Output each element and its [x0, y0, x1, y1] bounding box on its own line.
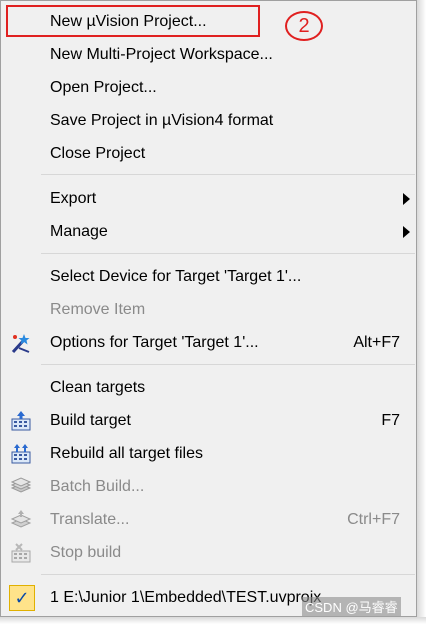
magic-wand-icon: [11, 334, 30, 354]
menu-separator: [41, 364, 415, 365]
menu-item-shortcut: F7: [381, 412, 400, 429]
menu-item-label: Options for Target 'Target 1'...: [50, 334, 259, 351]
menu-item-shortcut: Ctrl+F7: [347, 511, 400, 528]
menu-item-label: Remove Item: [50, 301, 146, 318]
menu-item-label: Build target: [50, 412, 131, 429]
menu-item-close-project[interactable]: Close Project: [2, 138, 416, 169]
menu-item-shortcut: Alt+F7: [353, 334, 400, 351]
menu-item-manage[interactable]: Manage: [2, 216, 416, 247]
menu-item-label: Stop build: [50, 544, 122, 561]
menu-item-stop-build[interactable]: Stop build: [2, 537, 416, 568]
menu-item-save-project[interactable]: Save Project in µVision4 format: [2, 105, 416, 136]
rebuild-icon: [11, 444, 31, 464]
menu-item-rebuild-all[interactable]: Rebuild all target files: [2, 438, 416, 469]
menu-separator: [41, 174, 415, 175]
menu-item-export[interactable]: Export: [2, 183, 416, 214]
menu-item-label: Export: [50, 190, 97, 207]
annotation-step-circle: 2: [285, 11, 323, 41]
menu-item-batch-build[interactable]: Batch Build...: [2, 471, 416, 502]
menu-item-label: Translate...: [50, 511, 130, 528]
project-menu: New µVision Project... New Multi-Project…: [0, 0, 417, 617]
menu-item-open-project[interactable]: Open Project...: [2, 72, 416, 103]
menu-item-label: Open Project...: [50, 79, 157, 96]
build-icon: [11, 411, 31, 431]
menu-item-label: Close Project: [50, 145, 146, 162]
menu-item-clean-targets[interactable]: Clean targets: [2, 372, 416, 403]
batch-build-icon: [10, 477, 32, 493]
menu-separator: [41, 574, 415, 575]
menu-item-build-target[interactable]: Build target F7: [2, 405, 416, 436]
menu-item-label: Clean targets: [50, 379, 146, 396]
submenu-arrow-icon: [403, 226, 410, 238]
menu-item-label: Select Device for Target 'Target 1'...: [50, 268, 302, 285]
menu-item-label: New Multi-Project Workspace...: [50, 46, 273, 63]
watermark: CSDN @马睿睿: [302, 597, 401, 616]
menu-separator: [41, 253, 415, 254]
translate-icon: [10, 510, 32, 528]
stop-build-icon: [11, 543, 31, 563]
menu-item-options-target[interactable]: Options for Target 'Target 1'... Alt+F7: [2, 327, 416, 358]
menu-item-new-multi-project[interactable]: New Multi-Project Workspace...: [2, 39, 416, 70]
annotation-highlight-box: [6, 5, 260, 37]
annotation-step-number: 2: [298, 15, 310, 37]
menu-shadow-bottom: [0, 617, 426, 624]
menu-item-remove-item[interactable]: Remove Item: [2, 294, 416, 325]
menu-item-label: Rebuild all target files: [50, 445, 203, 462]
menu-item-translate[interactable]: Translate... Ctrl+F7: [2, 504, 416, 535]
menu-item-label: 1 E:\Junior 1\Embedded\TEST.uvprojx: [50, 589, 322, 606]
menu-item-select-device[interactable]: Select Device for Target 'Target 1'...: [2, 261, 416, 292]
menu-item-label: Batch Build...: [50, 478, 145, 495]
submenu-arrow-icon: [403, 193, 410, 205]
menu-item-label: Save Project in µVision4 format: [50, 112, 274, 129]
checkmark-icon: ✓: [9, 585, 35, 611]
menu-shadow-right: [417, 0, 426, 624]
menu-item-label: Manage: [50, 223, 108, 240]
